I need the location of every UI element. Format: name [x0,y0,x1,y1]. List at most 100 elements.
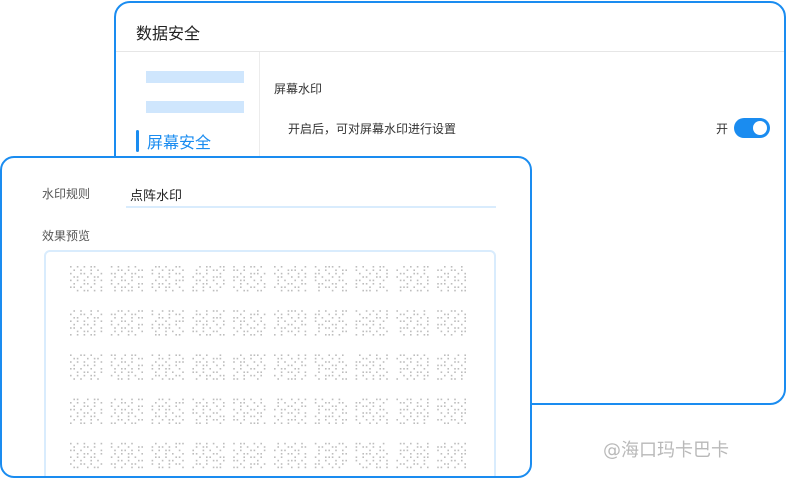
watermark-dot [236,357,239,360]
watermark-dot [328,361,330,363]
watermark-dot [372,269,375,271]
watermark-dot [206,320,208,322]
watermark-dot [216,276,218,278]
watermark-dot [287,422,290,424]
watermark-dot [80,378,82,380]
watermark-dot [168,398,171,401]
watermark-dot [100,313,103,316]
watermark-dot [141,283,143,285]
watermark-dot [172,371,174,373]
watermark-dot [141,466,143,469]
watermark-dot [457,402,460,404]
watermark-dot [202,449,205,452]
watermark-dot [206,405,208,407]
watermark-dot [413,368,415,370]
watermark-dot [369,422,371,424]
watermark-dot [447,398,449,401]
watermark-dot [202,412,205,414]
watermark-dot [423,463,426,465]
watermark-dot [257,371,259,373]
watermark-dot [328,320,330,322]
watermark-dot [359,422,361,424]
watermark-dot [416,323,419,326]
watermark-dot [158,408,160,411]
watermark-dot [216,371,218,373]
watermark-dot [376,422,378,424]
watermark-dot [246,371,249,373]
watermark-rule-select[interactable]: 点阵水印 [130,185,182,204]
watermark-dot [165,415,167,418]
watermark-dot [345,269,347,271]
watermark-dot [386,398,388,401]
watermark-dot [161,378,164,380]
watermark-dot [318,283,320,285]
watermark-dot [83,456,86,458]
watermark-dot [457,368,460,370]
watermark-dot [80,408,82,411]
sidebar-item-placeholder-2[interactable] [146,101,244,113]
watermark-dot [372,361,375,363]
toggle-label: 开 [715,121,728,136]
watermark-dot [257,422,259,424]
watermark-dot [450,446,453,448]
watermark-dot [209,415,211,418]
watermark-dot [454,378,456,380]
watermark-dot [416,313,419,316]
watermark-dot [359,442,361,445]
watermark-dot [427,323,429,326]
watermark-dot [114,449,116,452]
watermark-dot [403,463,405,465]
watermark-dot [342,310,344,312]
watermark-dot [70,320,72,322]
watermark-dot [284,408,286,411]
watermark-dot [161,466,164,469]
watermark-dot [280,289,283,292]
watermark-dot [461,266,463,268]
watermark-dot [206,364,208,367]
watermark-dot [93,374,96,377]
watermark-dot [372,334,375,336]
watermark-dot [172,310,174,312]
watermark-dot [117,310,120,312]
watermark-toggle[interactable] [734,118,770,138]
watermark-dot [90,286,92,288]
watermark-dot [450,334,453,336]
sidebar-item-screen-security[interactable]: 屏幕安全 [136,129,211,153]
watermark-dot [274,354,276,356]
watermark-dot [331,398,334,401]
watermark-dot [212,371,215,373]
watermark-dot [216,453,218,455]
watermark-dot [236,459,239,462]
watermark-dot [158,286,160,288]
watermark-dot [359,354,361,356]
watermark-dot [301,320,303,322]
watermark-dot [178,279,181,282]
watermark-dot [314,415,317,418]
watermark-dot [454,371,456,373]
watermark-dot [362,398,364,401]
watermark-dot [376,466,378,469]
watermark-dot [76,279,79,282]
watermark-dot [206,442,208,445]
watermark-dot [406,419,409,421]
watermark-dot [100,279,103,282]
watermark-dot [328,368,330,370]
watermark-dot [450,459,453,462]
watermark-dot [127,323,130,326]
watermark-dot [406,408,409,411]
watermark-dot [209,456,211,458]
watermark-dot [362,330,364,333]
watermark-dot [304,313,307,316]
sidebar-item-placeholder-1[interactable] [146,71,244,83]
watermark-dot [297,357,300,360]
watermark-dot [175,361,177,363]
watermark-dot [131,412,133,414]
watermark-dot [212,317,215,319]
watermark-dot [416,456,419,458]
watermark-dot [342,442,344,445]
watermark-dot [219,422,222,424]
setting-description: 开启后，可对屏幕水印进行设置 [288,122,457,136]
watermark-dot [362,334,364,336]
watermark-dot [304,456,307,458]
watermark-dot [376,313,378,316]
